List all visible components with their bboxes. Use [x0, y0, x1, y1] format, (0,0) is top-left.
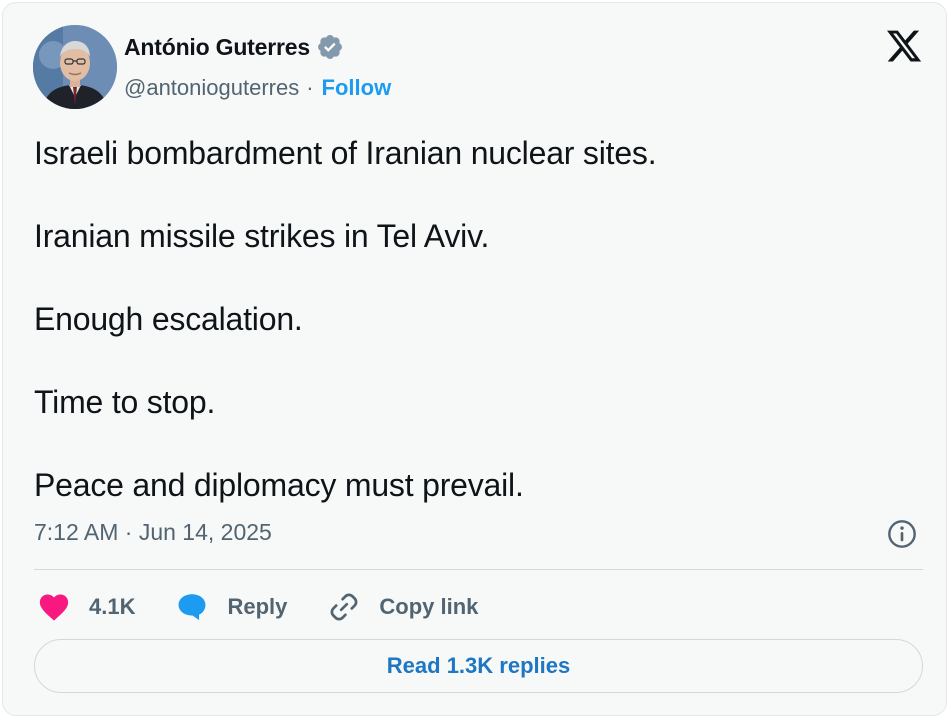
- author-handle[interactable]: @antonioguterres: [124, 75, 299, 101]
- tweet-timestamp[interactable]: 7:12 AM · Jun 14, 2025: [34, 519, 272, 546]
- author-name[interactable]: António Guterres: [124, 34, 310, 61]
- copy-link-label: Copy link: [379, 594, 479, 619]
- avatar[interactable]: [33, 25, 117, 109]
- verified-badge-icon: [316, 33, 344, 61]
- profile-photo: [33, 25, 117, 109]
- tweet-paragraph: Israeli bombardment of Iranian nuclear s…: [34, 135, 657, 171]
- reply-label: Reply: [227, 594, 288, 619]
- x-logo-icon[interactable]: [884, 27, 924, 65]
- like-count: 4.1K: [89, 594, 136, 619]
- reply-bubble-icon: [175, 590, 209, 624]
- tweet-paragraph: Enough escalation.: [34, 301, 303, 337]
- divider: [34, 569, 923, 570]
- tweet-paragraph: Peace and diplomacy must prevail.: [34, 467, 524, 503]
- tweet-text: Israeli bombardment of Iranian nuclear s…: [34, 129, 914, 544]
- like-button[interactable]: 4.1K: [37, 590, 135, 624]
- action-bar: 4.1K Reply Copy link: [37, 587, 518, 627]
- follow-button[interactable]: Follow: [322, 75, 392, 101]
- heart-icon: [37, 590, 71, 624]
- tweet-embed-card: António Guterres @antonioguterres · Foll…: [2, 2, 947, 716]
- copy-link-button[interactable]: Copy link: [327, 590, 478, 624]
- read-replies-button[interactable]: Read 1.3K replies: [34, 639, 923, 693]
- tweet-paragraph: Time to stop.: [34, 384, 216, 420]
- reply-button[interactable]: Reply: [175, 590, 287, 624]
- info-icon[interactable]: [886, 518, 918, 550]
- author-handle-row: @antonioguterres · Follow: [124, 75, 391, 101]
- tweet-paragraph: Iranian missile strikes in Tel Aviv.: [34, 218, 490, 254]
- separator-dot: ·: [306, 75, 314, 100]
- link-icon: [327, 590, 361, 624]
- author-name-row: António Guterres: [124, 33, 344, 61]
